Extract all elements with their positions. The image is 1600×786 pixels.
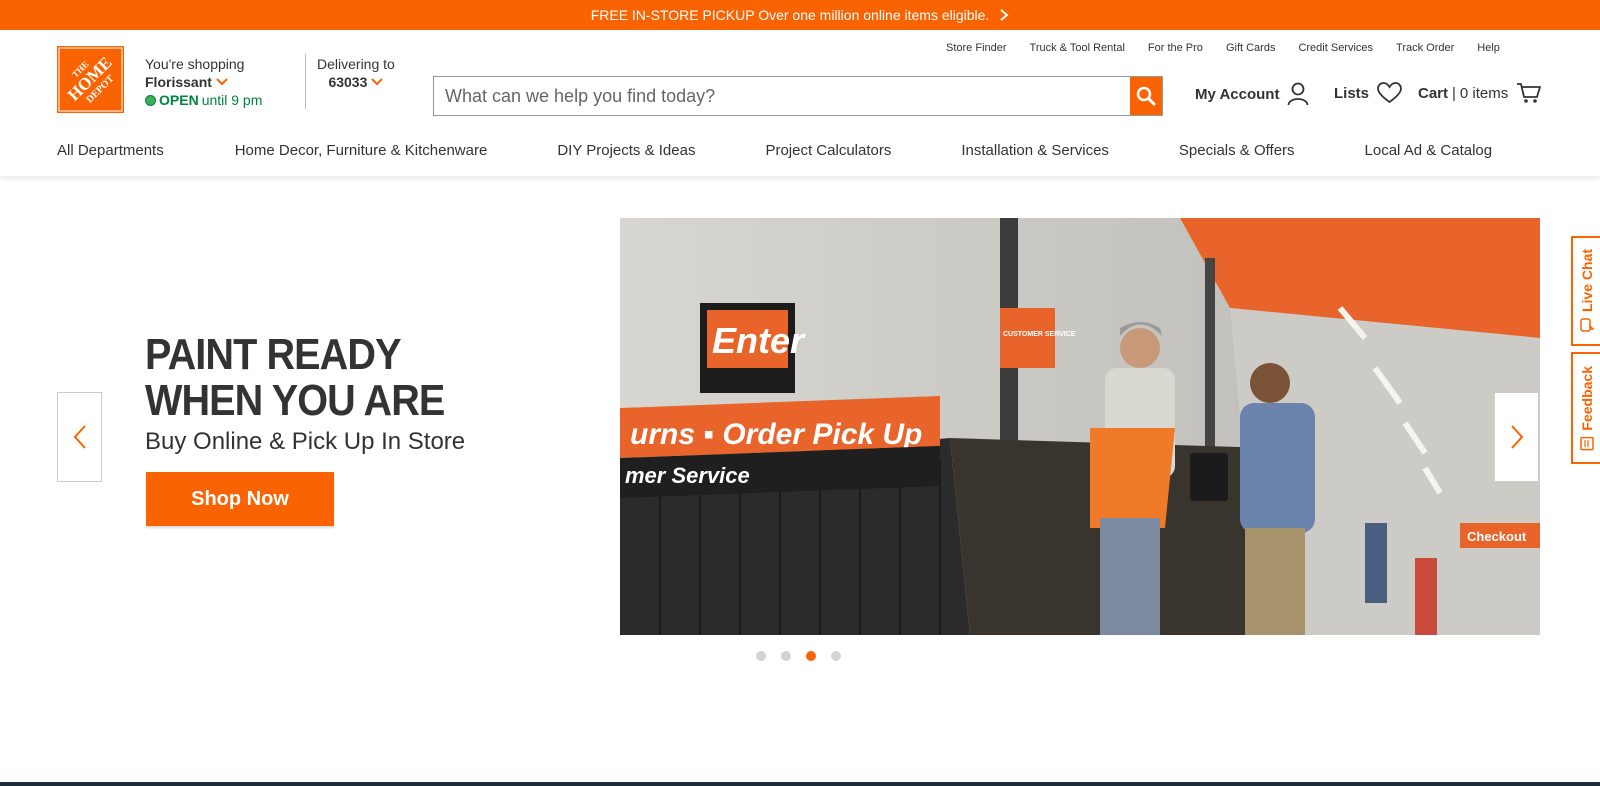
store-name: Florissant: [145, 74, 212, 90]
live-chat-label: Live Chat: [1578, 249, 1595, 313]
sign-order-pickup: urns ▪ Order Pick Up: [630, 418, 922, 451]
nav-specials-offers[interactable]: Specials & Offers: [1179, 142, 1295, 159]
hero-title-line-2: WHEN YOU ARE: [145, 376, 445, 425]
feedback-tab[interactable]: Feedback: [1571, 352, 1600, 464]
live-chat-tab[interactable]: Live Chat: [1571, 236, 1600, 346]
search-icon: [1136, 86, 1156, 106]
feedback-label: Feedback: [1578, 365, 1595, 431]
util-link-help[interactable]: Help: [1477, 42, 1500, 54]
promo-text: FREE IN-STORE PICKUP Over one million on…: [590, 7, 990, 23]
carousel-next-button[interactable]: [1494, 392, 1539, 482]
chevron-right-icon: [1510, 425, 1523, 449]
lists-label: Lists: [1334, 84, 1370, 102]
chevron-left-icon: [73, 425, 86, 449]
lists-button[interactable]: Lists: [1334, 82, 1402, 104]
util-link-truck-tool-rental[interactable]: Truck & Tool Rental: [1030, 42, 1125, 54]
header-divider: [305, 54, 306, 109]
store-status: OPEN: [159, 92, 199, 108]
hero-copy: PAINT READY WHEN YOU ARE Buy Online & Pi…: [145, 332, 485, 456]
util-link-store-finder[interactable]: Store Finder: [946, 42, 1007, 54]
user-icon: [1288, 82, 1309, 106]
carousel-indicators: [756, 651, 841, 661]
hero-image[interactable]: urns ▪ Order Pick Up mer Service Enter C…: [620, 218, 1540, 635]
store-scene-illustration: urns ▪ Order Pick Up mer Service Enter C…: [620, 218, 1540, 635]
my-account-label: My Account: [1195, 85, 1280, 103]
chevron-down-icon: [216, 78, 228, 86]
sign-customer-service-pillar: CUSTOMER SERVICE: [1003, 331, 1076, 338]
delivery-zip-selector[interactable]: Delivering to 63033: [317, 55, 395, 91]
carousel-dot-4[interactable]: [831, 651, 841, 661]
cart-separator: |: [1452, 84, 1456, 102]
cart-count: 0 items: [1459, 84, 1509, 102]
cart-button[interactable]: Cart | 0 items: [1418, 82, 1542, 104]
delivery-zip: 63033: [328, 74, 368, 90]
chevron-right-icon: [1000, 9, 1009, 21]
sign-customer-service: mer Service: [625, 463, 750, 488]
main-nav: All Departments Home Decor, Furniture & …: [57, 142, 1492, 159]
feedback-icon: [1579, 436, 1594, 451]
hero-title: PAINT READY WHEN YOU ARE: [145, 332, 451, 424]
open-status-icon: [145, 94, 156, 106]
util-link-for-the-pro[interactable]: For the Pro: [1148, 42, 1203, 54]
chevron-down-icon: [371, 78, 384, 86]
util-link-gift-cards[interactable]: Gift Cards: [1226, 42, 1276, 54]
sign-enter: Enter: [712, 320, 806, 361]
cart-label: Cart: [1418, 84, 1449, 102]
cart-icon: [1517, 83, 1542, 103]
carousel-dot-2[interactable]: [781, 651, 791, 661]
nav-all-departments[interactable]: All Departments: [57, 142, 164, 159]
carousel-dot-1[interactable]: [756, 651, 766, 661]
hero-subtitle: Buy Online & Pick Up In Store: [145, 428, 466, 455]
chat-icon: [1579, 318, 1594, 333]
nav-diy-projects[interactable]: DIY Projects & Ideas: [557, 142, 695, 159]
store-hours: OPEN until 9 pm: [145, 91, 262, 109]
sign-checkout: Checkout: [1467, 529, 1527, 544]
store-hours-text: until 9 pm: [201, 92, 263, 108]
home-depot-logo[interactable]: THE HOME DEPOT: [57, 46, 124, 113]
nav-project-calculators[interactable]: Project Calculators: [765, 142, 891, 159]
util-link-track-order[interactable]: Track Order: [1396, 42, 1454, 54]
util-link-credit-services[interactable]: Credit Services: [1298, 42, 1373, 54]
shop-now-button[interactable]: Shop Now: [146, 472, 334, 526]
nav-home-decor[interactable]: Home Decor, Furniture & Kitchenware: [235, 142, 488, 159]
delivery-label: Delivering to: [317, 56, 395, 72]
store-label: You're shopping: [145, 56, 245, 72]
heart-icon: [1377, 82, 1402, 104]
hero-title-line-1: PAINT READY: [145, 330, 401, 379]
store-selector[interactable]: You're shopping Florissant OPEN until 9 …: [145, 55, 262, 109]
site-header: THE HOME DEPOT You're shopping Florissan…: [0, 30, 1600, 176]
carousel-prev-button[interactable]: [57, 392, 102, 482]
carousel-dot-3[interactable]: [806, 651, 816, 661]
utility-links: Store Finder Truck & Tool Rental For the…: [946, 42, 1500, 54]
search-button[interactable]: [1130, 77, 1162, 115]
promo-banner[interactable]: FREE IN-STORE PICKUP Over one million on…: [0, 0, 1600, 30]
page-bottom-edge: [0, 782, 1600, 786]
nav-installation-services[interactable]: Installation & Services: [961, 142, 1109, 159]
search-input[interactable]: [434, 77, 1130, 115]
search-bar: [433, 76, 1163, 116]
my-account-button[interactable]: My Account: [1195, 82, 1309, 106]
nav-local-ad-catalog[interactable]: Local Ad & Catalog: [1365, 142, 1493, 159]
